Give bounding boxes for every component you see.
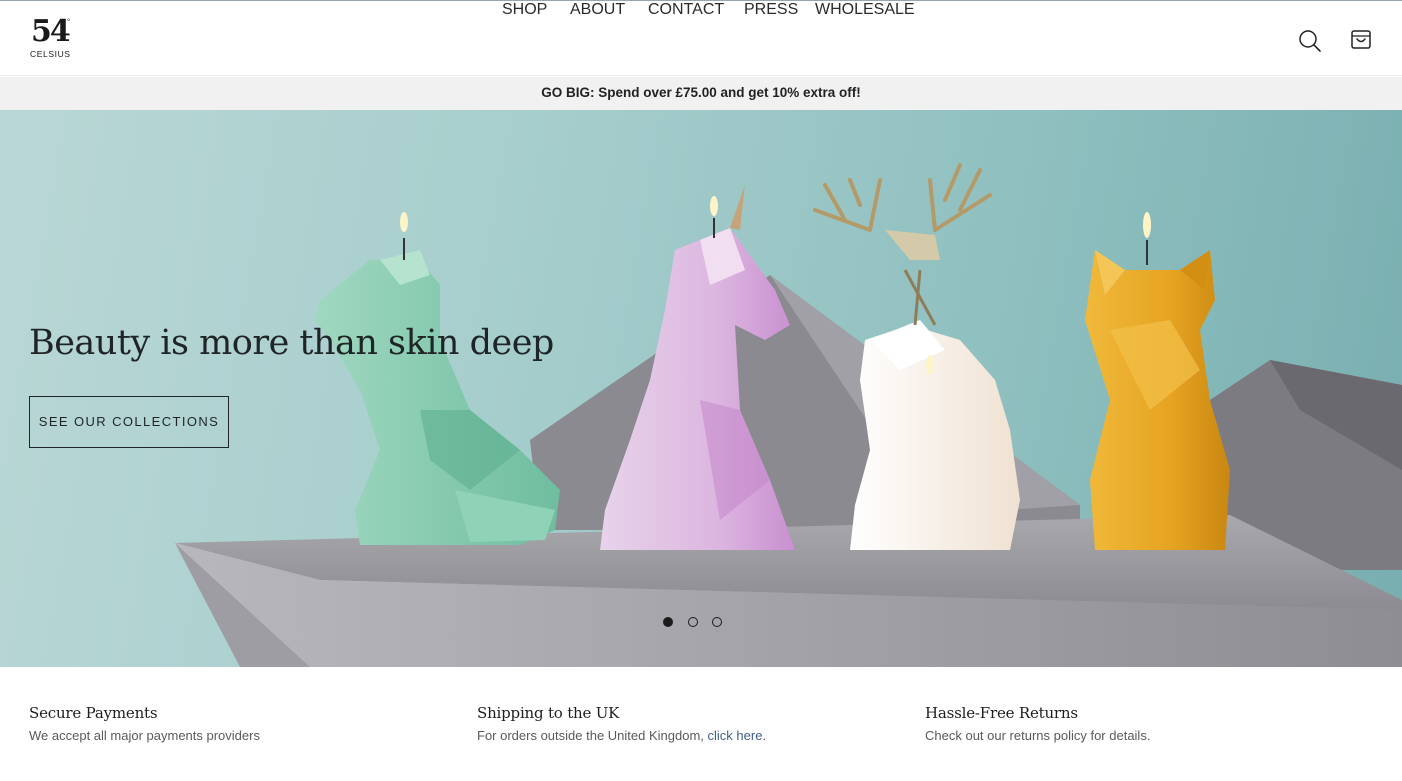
feature-text: We accept all major payments providers — [29, 728, 260, 743]
hero-image — [175, 163, 1402, 667]
nav-item-contact[interactable]: CONTACT — [648, 1, 724, 21]
feature-title: Secure Payments — [29, 704, 158, 722]
feature-text-wrapper: For orders outside the United Kingdom, c… — [477, 727, 897, 745]
slide-dot-3[interactable] — [712, 617, 722, 627]
nav-item-wholesale[interactable]: WHOLESALE — [815, 1, 915, 21]
feature-title: Shipping to the UK — [477, 704, 620, 722]
slide-dot-1[interactable] — [663, 617, 673, 627]
dragon-candle — [315, 212, 560, 545]
fox-candle — [1085, 212, 1230, 550]
promo-banner: GO BIG: Spend over £75.00 and get 10% ex… — [0, 77, 1402, 110]
see-collections-button[interactable]: SEE OUR COLLECTIONS — [29, 396, 229, 448]
feature-text: For orders outside the United Kingdom, — [477, 728, 708, 743]
logo-number: 54 — [31, 14, 71, 49]
logo-subtitle: CELSIUS — [30, 49, 71, 59]
site-header: 54 ° CELSIUS SHOP ABOUT CONTACT PRESS WH… — [0, 1, 1402, 76]
feature-title: Hassle-Free Returns — [925, 704, 1078, 722]
hero-slider: Beauty is more than skin deep SEE OUR CO… — [0, 110, 1402, 667]
nav-item-press[interactable]: PRESS — [744, 1, 798, 21]
feature-shipping: Shipping to the UK For orders outside th… — [477, 703, 897, 745]
feature-returns: Hassle-Free Returns Check out our return… — [925, 703, 1345, 745]
feature-secure-payments: Secure Payments We accept all major paym… — [29, 703, 449, 745]
feature-text-end: . — [762, 728, 767, 743]
click-here-link[interactable]: click here — [708, 728, 763, 743]
feature-text: Check out our returns policy for details… — [925, 728, 1151, 743]
slider-dots — [663, 617, 743, 629]
features-row: Secure Payments We accept all major paym… — [0, 667, 1402, 781]
hero-title: Beauty is more than skin deep — [29, 323, 554, 363]
search-icon[interactable] — [1298, 29, 1322, 53]
nav-item-about[interactable]: ABOUT — [570, 1, 625, 21]
nav-item-shop[interactable]: SHOP — [502, 1, 547, 21]
slide-dot-2[interactable] — [688, 617, 698, 627]
cart-icon[interactable] — [1349, 27, 1373, 51]
brand-logo[interactable]: 54 ° CELSIUS — [29, 15, 75, 61]
logo-degree: ° — [67, 17, 71, 26]
